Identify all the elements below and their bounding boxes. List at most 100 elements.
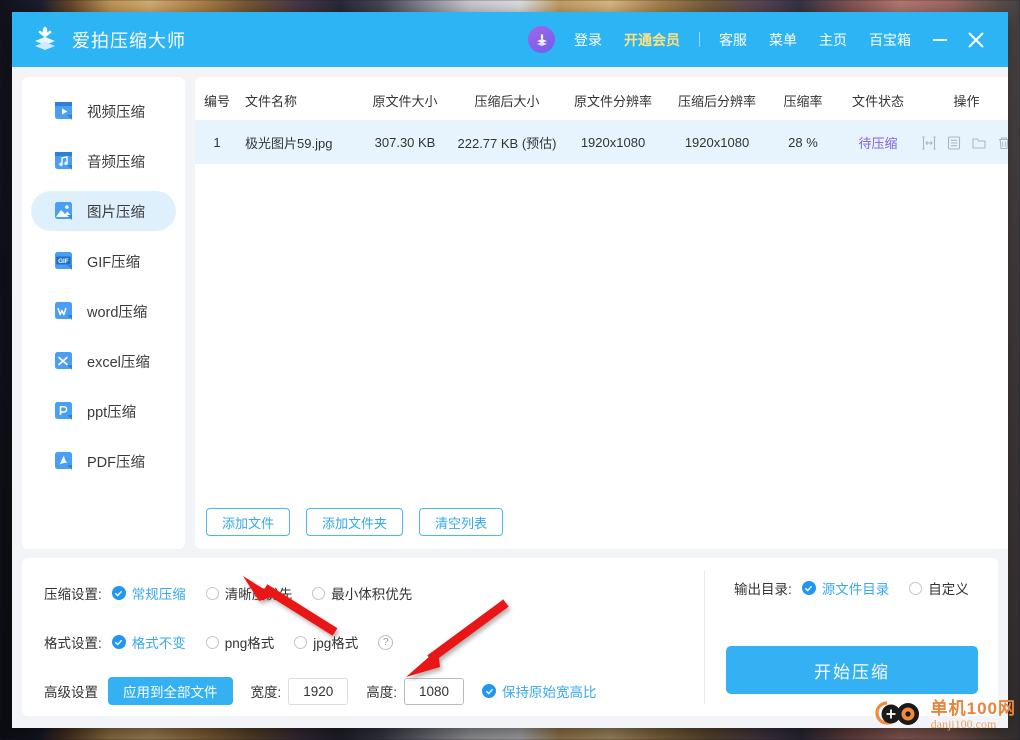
cell-index: 1 — [213, 135, 221, 150]
sidebar-item-label: PDF压缩 — [87, 454, 145, 471]
sidebar-item-image[interactable]: 图片压缩 — [31, 191, 176, 231]
sidebar-item-label: excel压缩 — [87, 354, 150, 371]
question-mark-icon[interactable]: ? — [378, 634, 394, 650]
sidebar-item-video[interactable]: 视频压缩 — [31, 91, 176, 131]
minimize-icon[interactable] — [922, 20, 958, 60]
format-settings-label: 格式设置: — [44, 636, 102, 651]
compare-icon[interactable] — [921, 135, 937, 151]
header-index: 编号 — [203, 94, 230, 109]
sidebar-item-excel[interactable]: excel压缩 — [31, 341, 176, 381]
option-label: 清晰度优先 — [224, 587, 293, 602]
width-input[interactable] — [288, 677, 349, 705]
option-smallest-size-priority[interactable]: 最小体积优先 — [312, 583, 412, 603]
header-ratio: 压缩率 — [783, 94, 823, 109]
sidebar-item-label: 视频压缩 — [87, 104, 145, 121]
option-label: png格式 — [224, 636, 275, 651]
radio-unchecked-icon — [909, 581, 923, 595]
open-folder-icon[interactable] — [971, 135, 987, 151]
option-source-file-directory[interactable]: 源文件目录 — [801, 578, 890, 598]
sidebar-item-label: ppt压缩 — [87, 404, 137, 421]
radio-unchecked-icon — [312, 586, 326, 600]
option-label: 源文件目录 — [821, 582, 890, 597]
login-link[interactable]: 登录 — [563, 30, 613, 50]
sidebar-item-audio[interactable]: 音频压缩 — [31, 141, 176, 181]
compression-settings-row: 压缩设置: 常规压缩 清晰度优先 最小体积优先 — [44, 578, 704, 608]
sidebar-item-label: word压缩 — [87, 304, 148, 321]
header-compressed-size: 压缩后大小 — [474, 94, 540, 109]
option-format-jpg[interactable]: jpg格式 — [294, 632, 358, 652]
detail-list-icon[interactable] — [946, 135, 962, 151]
toolbox-link[interactable]: 百宝箱 — [858, 30, 922, 50]
user-avatar-download-icon[interactable] — [528, 26, 555, 53]
cell-ratio: 28 % — [788, 135, 818, 150]
height-label: 高度: — [366, 685, 398, 700]
video-file-icon — [53, 100, 75, 122]
option-format-png[interactable]: png格式 — [205, 632, 275, 652]
cell-operations — [921, 135, 1008, 151]
output-directory-row: 输出目录: 源文件目录 自定义 — [704, 578, 998, 598]
sidebar-item-gif[interactable]: GIF GIF压缩 — [31, 241, 176, 281]
header-operations: 操作 — [953, 94, 980, 109]
option-custom-directory[interactable]: 自定义 — [909, 578, 969, 598]
radio-unchecked-icon — [294, 635, 308, 649]
audio-file-icon — [53, 150, 75, 172]
header-filename: 文件名称 — [245, 94, 298, 109]
apply-to-all-files-button[interactable]: 应用到全部文件 — [108, 677, 233, 705]
titlebar-right-controls: 登录 开通会员 客服 菜单 主页 百宝箱 — [528, 12, 1008, 67]
sidebar-item-pdf[interactable]: PDF压缩 — [31, 441, 176, 481]
menu-link[interactable]: 菜单 — [758, 30, 808, 50]
option-keep-aspect-ratio[interactable]: 保持原始宽高比 — [482, 681, 597, 701]
pdf-file-icon — [53, 450, 75, 472]
advanced-settings-label: 高级设置 — [44, 685, 98, 700]
camera-logo-icon — [875, 693, 927, 738]
option-format-unchanged[interactable]: 格式不变 — [111, 632, 186, 652]
advanced-settings-row: 高级设置 应用到全部文件 宽度: 高度: 保持原始宽高比 — [44, 676, 704, 706]
width-label: 宽度: — [250, 685, 282, 700]
watermark-text: 单机100网 danji100.com — [931, 700, 1016, 730]
option-label: 自定义 — [928, 582, 969, 597]
sidebar-item-ppt[interactable]: ppt压缩 — [31, 391, 176, 431]
top-row: 视频压缩 音频压缩 图片压缩 GIF GIF压缩 word压缩 excel压缩 … — [22, 77, 1008, 549]
sidebar-item-word[interactable]: word压缩 — [31, 291, 176, 331]
cell-compressed-size: 222.77 KB (预估) — [457, 136, 557, 151]
sidebar-item-label: GIF压缩 — [87, 254, 141, 271]
table-row[interactable]: 1 极光图片59.jpg 307.30 KB 222.77 KB (预估) 19… — [195, 121, 1008, 164]
homepage-link[interactable]: 主页 — [808, 30, 858, 50]
ppt-file-icon — [53, 400, 75, 422]
settings-vertical-divider — [704, 570, 705, 704]
cell-filename: 极光图片59.jpg — [245, 136, 333, 151]
sidebar-item-label: 音频压缩 — [87, 154, 145, 171]
option-label: jpg格式 — [313, 636, 359, 651]
option-label: 格式不变 — [131, 636, 186, 651]
header-status: 文件状态 — [851, 94, 904, 109]
height-input[interactable] — [404, 677, 465, 705]
stacked-download-arrow-icon — [30, 25, 60, 55]
settings-panel: 压缩设置: 常规压缩 清晰度优先 最小体积优先 格式设置: 格式不变 png格式… — [22, 558, 998, 716]
open-vip-link[interactable]: 开通会员 — [613, 30, 691, 50]
watermark: 单机100网 danji100.com — [875, 693, 1016, 738]
option-clarity-priority[interactable]: 清晰度优先 — [205, 583, 293, 603]
option-label: 最小体积优先 — [331, 587, 413, 602]
file-action-buttons: 添加文件 添加文件夹 清空列表 — [195, 508, 504, 536]
format-settings-row: 格式设置: 格式不变 png格式 jpg格式 ? — [44, 627, 704, 657]
start-compression-button[interactable]: 开始压缩 — [726, 646, 978, 694]
delete-icon[interactable] — [996, 135, 1008, 151]
cell-compressed-resolution: 1920x1080 — [684, 135, 750, 150]
file-list-panel: 编号 文件名称 原文件大小 压缩后大小 原文件分辨率 压缩后分辨率 压缩率 文件… — [195, 77, 1008, 549]
option-normal-compression[interactable]: 常规压缩 — [111, 583, 186, 603]
clear-list-button[interactable]: 清空列表 — [419, 508, 504, 536]
close-icon[interactable] — [958, 20, 994, 60]
radio-unchecked-icon — [205, 635, 219, 649]
watermark-line2: danji100.com — [930, 717, 997, 732]
radio-checked-icon — [801, 581, 816, 595]
watermark-line1: 单机100网 — [930, 699, 1016, 719]
add-file-button[interactable]: 添加文件 — [206, 508, 291, 536]
radio-checked-icon — [111, 586, 126, 600]
title-bar: 爱拍压缩大师 登录 开通会员 客服 菜单 主页 百宝箱 — [12, 12, 1008, 67]
excel-file-icon — [53, 350, 75, 372]
customer-service-link[interactable]: 客服 — [708, 30, 758, 50]
cell-original-resolution: 1920x1080 — [580, 135, 646, 150]
image-file-icon — [53, 200, 75, 222]
add-folder-button[interactable]: 添加文件夹 — [306, 508, 404, 536]
sidebar-item-label: 图片压缩 — [87, 204, 145, 221]
